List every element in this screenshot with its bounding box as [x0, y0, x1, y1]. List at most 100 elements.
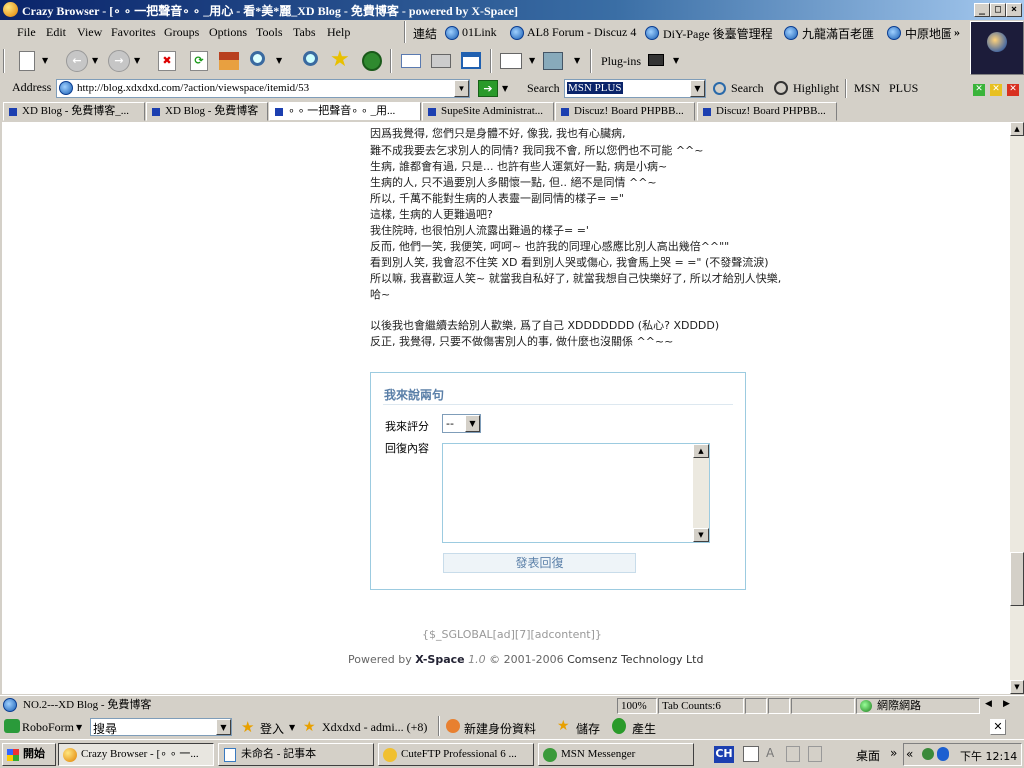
link-diy-page[interactable]: DiY-Page 後臺管理程 — [663, 25, 773, 42]
new-page-button[interactable] — [14, 48, 40, 74]
menu-edit[interactable]: Edit — [46, 25, 66, 40]
chevron-down-icon[interactable]: ▼ — [92, 56, 98, 65]
chevron-down-icon[interactable]: ▼ — [76, 723, 82, 732]
chevron-down-icon[interactable]: ▼ — [216, 719, 231, 735]
link-zhongyuan[interactable]: 中原地圖 — [905, 25, 951, 42]
zoom-level[interactable]: 100% — [617, 698, 657, 714]
scroll-up-icon[interactable]: ▲ — [1010, 122, 1024, 136]
menu-tools[interactable]: Tools — [256, 25, 283, 40]
task-cuteftp[interactable]: CuteFTP Professional 6 ... — [378, 743, 534, 766]
plus-button[interactable]: PLUS — [889, 81, 918, 96]
menu-view[interactable]: View — [77, 25, 102, 40]
tab-supesite[interactable]: SupeSite Administrat... — [422, 102, 554, 121]
address-input[interactable]: http://blog.xdxdxd.com/?action/viewspace… — [56, 79, 470, 98]
scroll-thumb[interactable] — [1010, 552, 1024, 606]
chevron-down-icon[interactable]: ▼ — [529, 56, 535, 65]
stop-button[interactable]: ✖ — [154, 48, 180, 74]
scroll-down-icon[interactable]: ▼ — [1010, 680, 1024, 694]
popup-blocker-icon[interactable] — [745, 698, 767, 714]
textarea-scrollbar[interactable]: ▲ ▼ — [693, 444, 709, 542]
submit-reply-button[interactable]: 發表回復 — [443, 553, 636, 573]
highlight-button[interactable]: Highlight — [793, 81, 839, 96]
roboform-label[interactable]: RoboForm — [22, 720, 74, 735]
refresh-button[interactable]: ⟳ — [186, 48, 212, 74]
generate-button[interactable]: 產生 — [632, 720, 656, 737]
search-input[interactable]: MSN PLUS ▼ — [564, 79, 706, 98]
chevron-right-icon[interactable]: » — [890, 746, 897, 760]
tab-xd-blog-2[interactable]: XD Blog - 免費博客 — [146, 102, 268, 121]
chevron-down-icon[interactable]: ▼ — [134, 56, 140, 65]
window-button[interactable] — [458, 48, 484, 74]
close-tab-icon[interactable]: ✕ — [1007, 84, 1019, 96]
login-button[interactable]: 登入 — [260, 720, 284, 737]
link-01link[interactable]: 01Link — [462, 25, 497, 40]
ime-softkey-icon[interactable] — [808, 746, 822, 762]
tile-button[interactable] — [540, 48, 566, 74]
search-button[interactable]: Search — [731, 81, 764, 96]
chevron-down-icon[interactable]: ▼ — [502, 84, 508, 93]
ime-mode-icon[interactable] — [743, 746, 759, 762]
mail-button[interactable] — [398, 48, 424, 74]
menu-favorites[interactable]: Favorites — [111, 25, 156, 40]
roboform-search-input[interactable]: 搜尋 ▼ — [90, 718, 232, 736]
favorites-button[interactable]: ★ — [328, 48, 354, 74]
links-more-button[interactable]: » — [954, 25, 960, 40]
desktop-toolbar[interactable]: 桌面 — [856, 747, 880, 764]
zoom-button[interactable] — [247, 48, 273, 74]
home-button[interactable] — [216, 48, 242, 74]
menu-options[interactable]: Options — [209, 25, 247, 40]
forward-button[interactable]: → — [106, 48, 132, 74]
page-scrollbar[interactable]: ▲ ▼ — [1010, 122, 1024, 694]
plugin-icon[interactable] — [648, 54, 664, 66]
menu-tabs[interactable]: Tabs — [293, 25, 316, 40]
task-crazy-browser[interactable]: Crazy Browser - [∘ ∘ 一... — [58, 743, 214, 766]
chevron-down-icon[interactable]: ▼ — [276, 56, 282, 65]
eye-icon[interactable] — [768, 698, 790, 714]
ime-indicator[interactable]: CH — [714, 746, 734, 763]
identity-button[interactable]: Xdxdxd - admi... (+8) — [322, 720, 427, 735]
close-button[interactable]: × — [1006, 3, 1022, 17]
tab-discuz-2[interactable]: Discuz! Board PHPBB... — [697, 102, 837, 121]
task-msn[interactable]: MSN Messenger — [538, 743, 694, 766]
search-toolbar-button[interactable] — [298, 48, 324, 74]
scroll-left-icon[interactable]: ◀ — [985, 699, 992, 709]
link-al8-forum[interactable]: AL8 Forum - Discuz 4 — [527, 25, 636, 40]
tab-xd-blog-1[interactable]: XD Blog - 免費博客_... — [3, 102, 145, 121]
menu-file[interactable]: File — [17, 25, 36, 40]
save-button[interactable]: 儲存 — [576, 720, 600, 737]
restore-tab-icon[interactable]: ✕ — [973, 84, 985, 96]
scroll-up-icon[interactable]: ▲ — [693, 444, 709, 458]
chevron-down-icon[interactable]: ▼ — [454, 80, 469, 97]
edit-button[interactable] — [498, 48, 524, 74]
reply-textarea[interactable]: ▲ ▼ — [442, 443, 710, 543]
network-icon[interactable] — [922, 748, 934, 760]
menu-help[interactable]: Help — [327, 25, 350, 40]
menu-groups[interactable]: Groups — [164, 25, 199, 40]
back-button[interactable]: ← — [64, 48, 90, 74]
ime-window-icon[interactable] — [786, 746, 800, 762]
chevron-down-icon[interactable]: ▼ — [690, 80, 705, 97]
chevron-down-icon[interactable]: ▼ — [673, 56, 679, 65]
close-icon[interactable]: ✕ — [990, 719, 1006, 735]
ime-a-icon[interactable]: A — [766, 746, 774, 760]
new-identity-button[interactable]: 新建身份資料 — [464, 720, 536, 737]
chevron-down-icon[interactable]: ▼ — [574, 56, 580, 65]
title-bar[interactable]: Crazy Browser - [∘ ∘ 一把聲音∘ ∘ _用心 - 看*美*麗… — [0, 0, 1024, 20]
history-button[interactable] — [359, 48, 385, 74]
start-button[interactable]: 開始 — [2, 743, 56, 766]
go-button[interactable]: ➔ — [478, 80, 498, 97]
rating-select[interactable]: -- ▼ — [442, 414, 481, 433]
link-kowloon[interactable]: 九龍滿百老匯 — [802, 25, 874, 42]
powered-brand[interactable]: X-Space — [415, 653, 464, 666]
powered-company[interactable]: Comsenz Technology Ltd — [567, 653, 703, 666]
msn-button[interactable]: MSN — [854, 81, 880, 96]
chevron-down-icon[interactable]: ▼ — [42, 56, 48, 65]
scroll-down-icon[interactable]: ▼ — [693, 528, 709, 542]
bluetooth-icon[interactable] — [937, 747, 949, 761]
tab-discuz-1[interactable]: Discuz! Board PHPBB... — [555, 102, 695, 121]
minimize-button[interactable]: _ — [974, 3, 990, 17]
print-button[interactable] — [428, 48, 454, 74]
maximize-button[interactable]: □ — [990, 3, 1006, 17]
clock[interactable]: 下午 12:14 — [960, 748, 1017, 764]
task-notepad[interactable]: 未命名 - 記事本 — [218, 743, 374, 766]
